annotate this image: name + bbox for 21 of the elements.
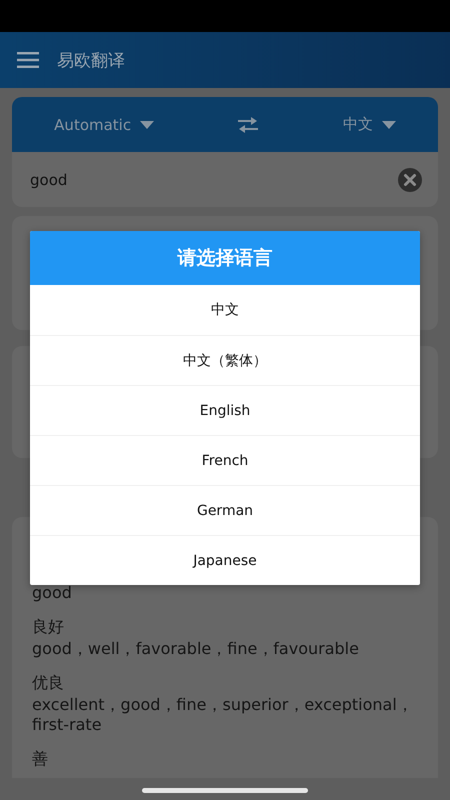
target-language-dropdown[interactable]: 中文 [342, 115, 396, 134]
language-option[interactable]: Japanese [30, 535, 420, 585]
language-option[interactable]: 中文 [30, 285, 420, 335]
entry-term: 优良 [32, 673, 65, 693]
entry-translations: good，well，favorable，fine，favourable [32, 639, 360, 659]
caret-icon [382, 120, 396, 128]
menu-icon[interactable] [17, 52, 39, 68]
language-option[interactable]: German [30, 485, 420, 535]
language-option[interactable]: 中文（繁体） [30, 335, 420, 385]
app-title: 易欧翻译 [57, 50, 125, 72]
entry-term: 良好 [32, 617, 65, 637]
language-option[interactable]: English [30, 385, 420, 435]
dialog-title: 请选择语言 [30, 231, 420, 285]
swap-icon[interactable] [238, 116, 258, 132]
entry-term: 善 [32, 749, 49, 769]
entry-translations: excellent，good，fine，superior，exceptional，first-rate [32, 695, 414, 735]
caret-icon [140, 120, 154, 128]
source-language-dropdown[interactable]: Automatic [54, 116, 154, 134]
language-option[interactable]: French [30, 435, 420, 485]
entry-translations: good [32, 583, 73, 603]
clear-icon[interactable] [398, 168, 422, 192]
